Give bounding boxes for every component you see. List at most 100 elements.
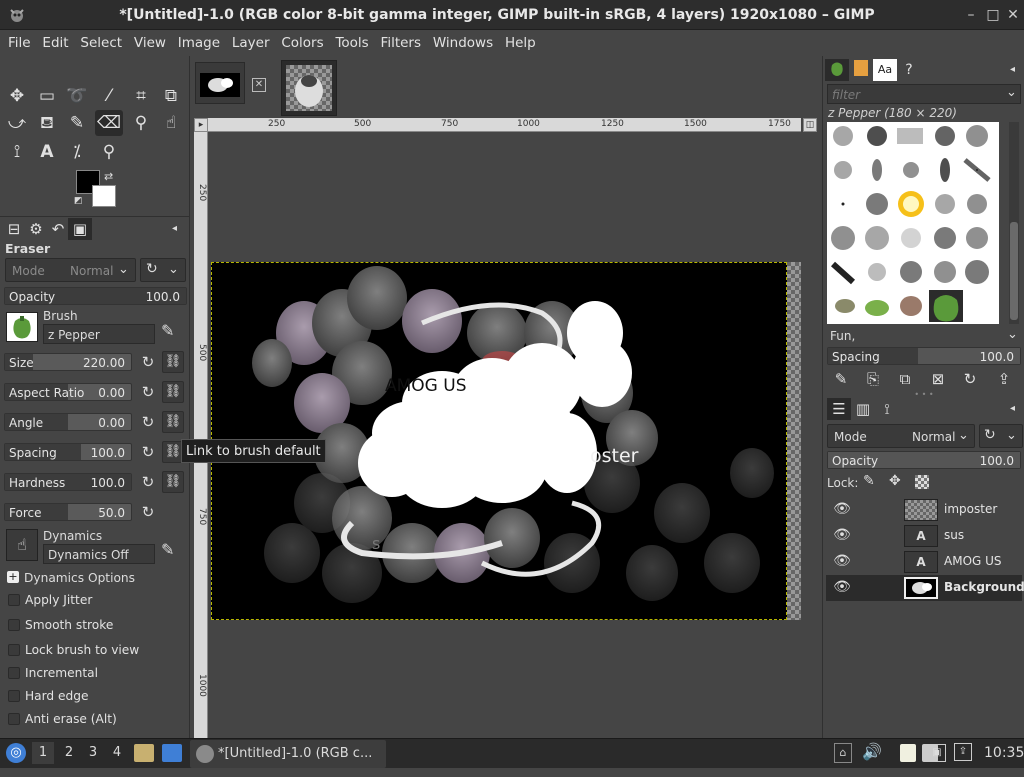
menu-layer[interactable]: Layer	[232, 30, 270, 51]
aspect-ratio-link-icon[interactable]: ⛓	[162, 381, 184, 403]
brush-preview[interactable]	[6, 312, 38, 342]
menu-image[interactable]: Image	[178, 30, 220, 51]
dynamics-field[interactable]: Dynamics Off	[43, 544, 155, 564]
opacity-slider[interactable]: Opacity 100.0	[4, 287, 187, 305]
undo-history-tab-icon[interactable]: ↶	[46, 218, 70, 240]
close-tab-icon[interactable]: ✕	[252, 78, 266, 92]
hard-edge-checkbox[interactable]	[8, 690, 20, 702]
layer-row-sus[interactable]: 👁 A sus	[826, 523, 1022, 549]
eye-icon[interactable]: 👁	[832, 501, 852, 519]
lock-pixels-icon[interactable]: ✎	[863, 473, 875, 489]
smudge-tool-icon[interactable]: ☝	[157, 110, 185, 136]
smooth-stroke-checkbox[interactable]	[8, 619, 20, 631]
size-link-icon[interactable]: ⛓	[162, 351, 184, 373]
eraser-tool-icon[interactable]: ⌫	[95, 110, 123, 136]
crop-tool-icon[interactable]: ⌗	[127, 83, 155, 109]
zoom-tool-icon[interactable]: ⚲	[95, 139, 123, 165]
hardness-reset-icon[interactable]: ↻	[138, 472, 158, 492]
channels-tab-icon[interactable]: ▥	[851, 398, 875, 420]
menu-filters[interactable]: Filters	[381, 30, 421, 51]
menu-view[interactable]: View	[134, 30, 166, 51]
mode-reset-button[interactable]: ↻ ⌄	[140, 258, 186, 282]
show-desktop-icon[interactable]	[162, 744, 182, 762]
edit-brush-button[interactable]: ✎	[829, 368, 853, 390]
aspect-ratio-reset-icon[interactable]: ↻	[138, 382, 158, 402]
horizontal-ruler[interactable]: 250 500 750 1000 1250 1500 1750	[208, 118, 801, 132]
delete-brush-button[interactable]: ⊠	[926, 368, 950, 390]
brush-grid-scrollbar[interactable]	[1009, 122, 1019, 324]
paintbrush-tool-icon[interactable]: ✎	[63, 110, 91, 136]
default-colors-icon[interactable]: ◩	[74, 196, 83, 206]
start-menu-icon[interactable]: ◎	[6, 743, 26, 763]
close-button[interactable]: ✕	[1004, 6, 1022, 24]
incremental-checkbox[interactable]	[8, 667, 20, 679]
duplicate-brush-button[interactable]: ⧉	[893, 368, 917, 390]
menu-windows[interactable]: Windows	[433, 30, 493, 51]
maximize-button[interactable]: □	[984, 6, 1002, 24]
device-status-tab-icon[interactable]: ⚙	[24, 218, 48, 240]
images-tab-icon[interactable]: ▣	[68, 218, 92, 240]
network-icon[interactable]: ▣	[928, 744, 946, 762]
workspace-4[interactable]: 4	[106, 742, 128, 764]
image-tab-1[interactable]	[195, 62, 245, 104]
menu-file[interactable]: File	[8, 30, 31, 51]
configure-dock-icon[interactable]: ◂	[1010, 64, 1015, 75]
brush-spacing-slider[interactable]: Spacing 100.0	[827, 347, 1021, 365]
text-tool-icon[interactable]: A	[33, 139, 61, 165]
scrollbar-thumb[interactable]	[1010, 222, 1018, 320]
eye-icon[interactable]: 👁	[832, 553, 852, 571]
hardness-link-icon[interactable]: ⛓	[162, 471, 184, 493]
help-tab-icon[interactable]: ?	[897, 59, 921, 81]
fuzzy-select-tool-icon[interactable]: ⁄	[95, 83, 123, 109]
workspace-1[interactable]: 1	[32, 742, 54, 764]
mode-dropdown[interactable]: Mode Normal ⌄	[5, 258, 136, 282]
transform-tool-icon[interactable]: ⧉	[157, 83, 185, 109]
angle-slider[interactable]: Angle 0.00	[4, 413, 132, 431]
edit-brush-icon[interactable]: ✎	[161, 321, 174, 340]
bucket-fill-tool-icon[interactable]: ⛾	[33, 110, 61, 136]
eye-icon[interactable]: 👁	[832, 579, 852, 597]
open-brush-folder-button[interactable]: ⇪	[992, 368, 1016, 390]
brush-filter-field[interactable]: filter ⌄	[827, 84, 1021, 104]
brush-name-field[interactable]: z Pepper	[43, 324, 155, 344]
layer-opacity-slider[interactable]: Opacity 100.0	[827, 451, 1021, 469]
minimize-button[interactable]: –	[962, 6, 980, 24]
dynamics-preview[interactable]: ☝	[6, 529, 38, 561]
force-reset-icon[interactable]: ↻	[138, 502, 158, 522]
edit-dynamics-icon[interactable]: ✎	[161, 540, 174, 559]
background-color-swatch[interactable]	[92, 185, 116, 207]
notifications-icon[interactable]: ⌂	[834, 743, 852, 763]
layer-row-imposter[interactable]: 👁 imposter	[826, 497, 1022, 523]
lock-brush-checkbox[interactable]	[8, 644, 20, 656]
paths-tab-icon[interactable]: ⟟	[875, 398, 899, 420]
force-slider[interactable]: Force 50.0	[4, 503, 132, 521]
menu-tools[interactable]: Tools	[335, 30, 368, 51]
lock-alpha-icon[interactable]	[915, 475, 929, 489]
menu-help[interactable]: Help	[505, 30, 536, 51]
clock[interactable]: 10:35	[984, 745, 1024, 761]
layer-row-background[interactable]: 👁 Background	[826, 575, 1024, 601]
aspect-ratio-slider[interactable]: Aspect Ratio 0.00	[4, 383, 132, 401]
move-tool-icon[interactable]: ✥	[3, 83, 31, 109]
new-brush-button[interactable]: ⎘	[861, 368, 885, 390]
apply-jitter-checkbox[interactable]	[8, 594, 20, 606]
workspace-2[interactable]: 2	[58, 742, 80, 764]
brush-grid[interactable]	[827, 122, 999, 324]
layer-mode-dropdown[interactable]: Mode Normal ⌄	[827, 424, 975, 448]
lasso-tool-icon[interactable]: ➰	[63, 83, 91, 109]
paths-tool-icon[interactable]: ⟟	[3, 139, 31, 165]
spacing-slider[interactable]: Spacing 100.0	[4, 443, 132, 461]
tool-options-tab-icon[interactable]: ⊟	[2, 218, 26, 240]
size-slider[interactable]: Size 220.00	[4, 353, 132, 371]
color-picker-tool-icon[interactable]: ⁒	[63, 139, 91, 165]
update-icon[interactable]: ⇪	[954, 743, 972, 761]
layer-row-amog-us[interactable]: 👁 A AMOG US	[826, 549, 1022, 575]
refresh-brushes-button[interactable]: ↻	[958, 368, 982, 390]
layers-tab-icon[interactable]: ☰	[827, 398, 851, 420]
menu-select[interactable]: Select	[80, 30, 122, 51]
angle-link-icon[interactable]: ⛓	[162, 411, 184, 433]
warp-tool-icon[interactable]: ⤻	[3, 110, 31, 136]
lock-position-icon[interactable]: ✥	[889, 473, 901, 489]
quick-mask-toggle[interactable]: ▸	[194, 118, 208, 132]
clone-tool-icon[interactable]: ⚲	[127, 110, 155, 136]
